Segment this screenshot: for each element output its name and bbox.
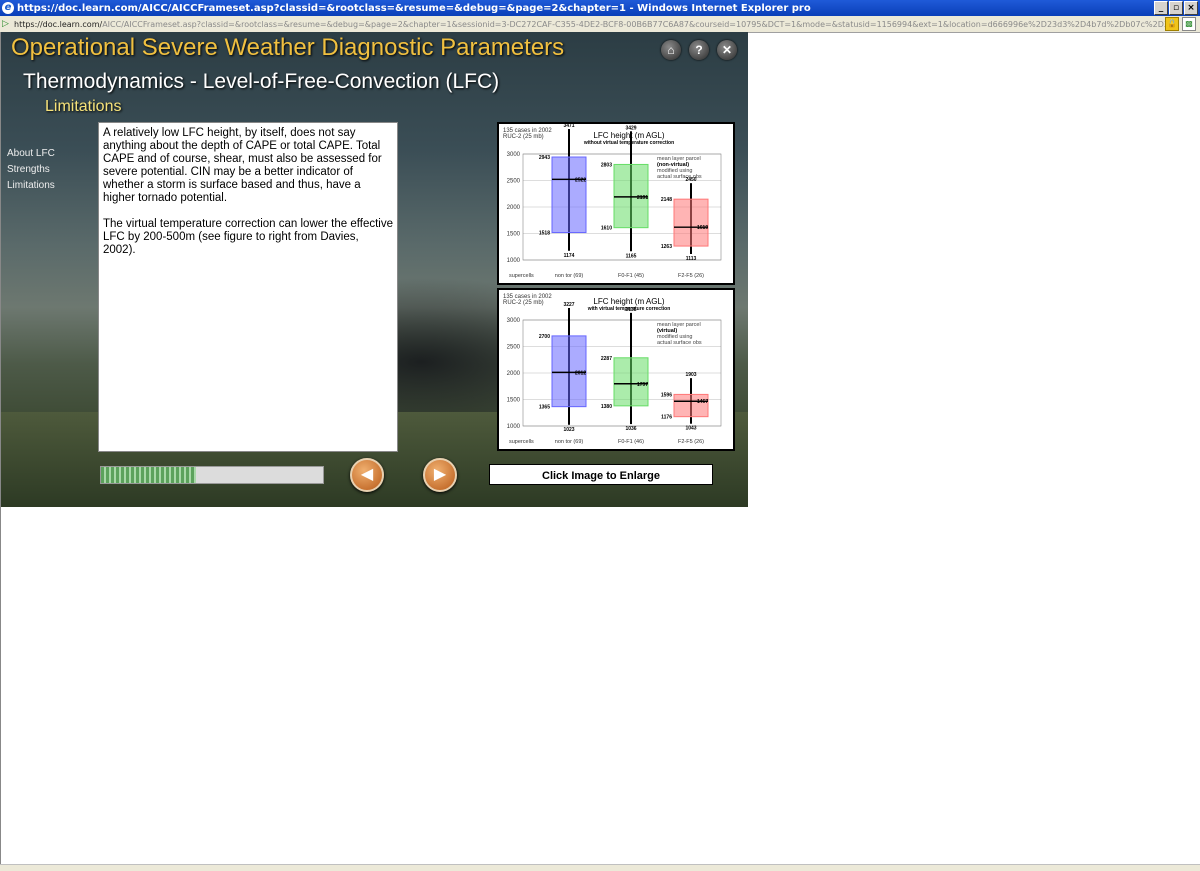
box-chart-virtual: 135 cases in 2002RUC-2 (25 mb) LFC height… (503, 294, 722, 445)
lesson-toolbar: ⌂ ? ✕ (661, 40, 737, 60)
q3-label: 2148 (661, 197, 672, 203)
content-paragraph-2: The virtual temperature correction can l… (103, 218, 393, 256)
q1-label: 1365 (539, 405, 550, 411)
min-label: 1174 (564, 253, 575, 259)
max-label: 2450 (685, 177, 696, 183)
page-icon[interactable]: ▩ (1182, 17, 1196, 31)
max-label: 3135 (625, 307, 636, 313)
content-panel: A relatively low LFC height, by itself, … (98, 122, 398, 452)
side-navigation: About LFC Strengths Limitations (7, 148, 55, 196)
y-tick-label: 1500 (507, 232, 521, 238)
minimize-button[interactable]: _ (1154, 1, 1168, 15)
q1-label: 1610 (601, 226, 612, 232)
max-label: 3471 (563, 124, 574, 129)
close-icon[interactable]: ✕ (717, 40, 737, 60)
min-label: 1113 (686, 256, 697, 262)
x-category-label: F2-F5 (26) (678, 273, 704, 279)
min-label: 1036 (625, 426, 636, 432)
x-category-label: non tor (69) (555, 273, 584, 279)
median-label: 2522 (575, 177, 586, 183)
box (673, 198, 709, 247)
median-label: 2191 (637, 195, 648, 201)
help-icon[interactable]: ? (689, 40, 709, 60)
section-title: Limitations (45, 98, 122, 115)
nav-item-strengths[interactable]: Strengths (7, 164, 55, 175)
max-label: 3227 (563, 302, 574, 308)
x-category-label: non tor (69) (555, 439, 584, 445)
url-path: AICC/AICCFrameset.asp?classid=&rootclass… (102, 19, 1165, 29)
q3-label: 2700 (539, 334, 550, 340)
x-category-label: F0-F1 (45) (618, 273, 644, 279)
nav-item-about-lfc[interactable]: About LFC (7, 148, 55, 159)
median-label: 1467 (697, 399, 708, 405)
content-paragraph-1: A relatively low LFC height, by itself, … (103, 127, 382, 204)
chart-title: LFC height (m AGL) (593, 297, 664, 306)
y-tick-label: 1000 (507, 258, 521, 264)
figure-lfc-nonvirtual[interactable]: 135 cases in 2002 RUC-2 (25 mb) LFC height… (497, 122, 735, 285)
q3-label: 2803 (601, 162, 612, 168)
enlarge-image-button[interactable]: Click Image to Enlarge (489, 464, 713, 485)
x-category-label: F2-F5 (26) (678, 439, 704, 445)
box-chart-nonvirtual: 135 cases in 2002RUC-2 (25 mb) LFC height… (503, 124, 722, 279)
max-label: 1903 (685, 372, 696, 378)
maximize-button[interactable]: ▫ (1169, 1, 1183, 15)
box (551, 156, 587, 234)
y-tick-label: 2000 (507, 371, 521, 377)
lesson-subtitle: Thermodynamics - Level-of-Free-Convectio… (23, 70, 500, 93)
address-bar: ▷ https://doc.learn.com/AICC/AICCFramese… (0, 16, 1200, 33)
y-tick-label: 2500 (507, 179, 521, 185)
q3-label: 2943 (539, 155, 550, 161)
y-tick-label: 1500 (507, 398, 521, 404)
median-label: 1619 (697, 225, 708, 231)
url-field[interactable]: https://doc.learn.com/AICC/AICCFrameset.… (14, 20, 1165, 29)
min-label: 1023 (563, 427, 574, 433)
lock-icon[interactable]: 🔒 (1165, 17, 1179, 31)
max-label: 3429 (625, 125, 636, 131)
next-page-button[interactable]: ▶ (423, 458, 457, 492)
legend-text: actual surface obs (657, 340, 702, 346)
close-window-button[interactable]: × (1184, 1, 1198, 15)
lesson-stage: Operational Severe Weather Diagnostic Pa… (1, 32, 748, 507)
ie-icon: e (2, 2, 14, 14)
home-icon[interactable]: ⌂ (661, 40, 681, 60)
median-label: 1797 (637, 382, 648, 388)
progress-fill (101, 467, 197, 483)
x-category-label: F0-F1 (46) (618, 439, 644, 445)
window-controls: _ ▫ × (1154, 1, 1198, 15)
figure-lfc-virtual[interactable]: 135 cases in 2002 RUC-2 (25 mb) LFC height… (497, 288, 735, 451)
q1-label: 1263 (661, 244, 672, 250)
q1-label: 1518 (539, 231, 550, 237)
q1-label: 1380 (601, 404, 612, 410)
q3-label: 1596 (661, 392, 672, 398)
box (673, 393, 709, 418)
min-label: 1165 (626, 253, 637, 259)
q1-label: 1176 (661, 415, 672, 421)
nav-item-limitations[interactable]: Limitations (7, 180, 55, 191)
x-prefix-label: supercells (509, 439, 534, 445)
note-model: RUC-2 (25 mb) (503, 300, 544, 306)
previous-page-button[interactable]: ◀ (350, 458, 384, 492)
q3-label: 2287 (601, 356, 612, 362)
note-model: RUC-2 (25 mb) (503, 134, 544, 140)
window-title-bar: e https://doc.learn.com/AICC/AICCFramese… (0, 0, 1200, 16)
y-tick-label: 1000 (507, 424, 521, 430)
url-host: https://doc.learn.com/ (14, 19, 103, 29)
arrow-icon: ▷ (2, 19, 9, 29)
x-prefix-label: supercells (509, 273, 534, 279)
chart-subtitle: without virtual temperature correction (583, 140, 674, 146)
y-tick-label: 2500 (507, 345, 521, 351)
window-title: https://doc.learn.com/AICC/AICCFrameset.… (17, 2, 811, 14)
progress-bar (100, 466, 324, 484)
y-tick-label: 2000 (507, 205, 521, 211)
y-tick-label: 3000 (507, 152, 521, 158)
chart-title: LFC height (m AGL) (593, 131, 664, 140)
y-tick-label: 3000 (507, 318, 521, 324)
median-label: 2012 (575, 370, 586, 376)
lesson-title: Operational Severe Weather Diagnostic Pa… (11, 34, 565, 61)
min-label: 1043 (685, 426, 696, 432)
